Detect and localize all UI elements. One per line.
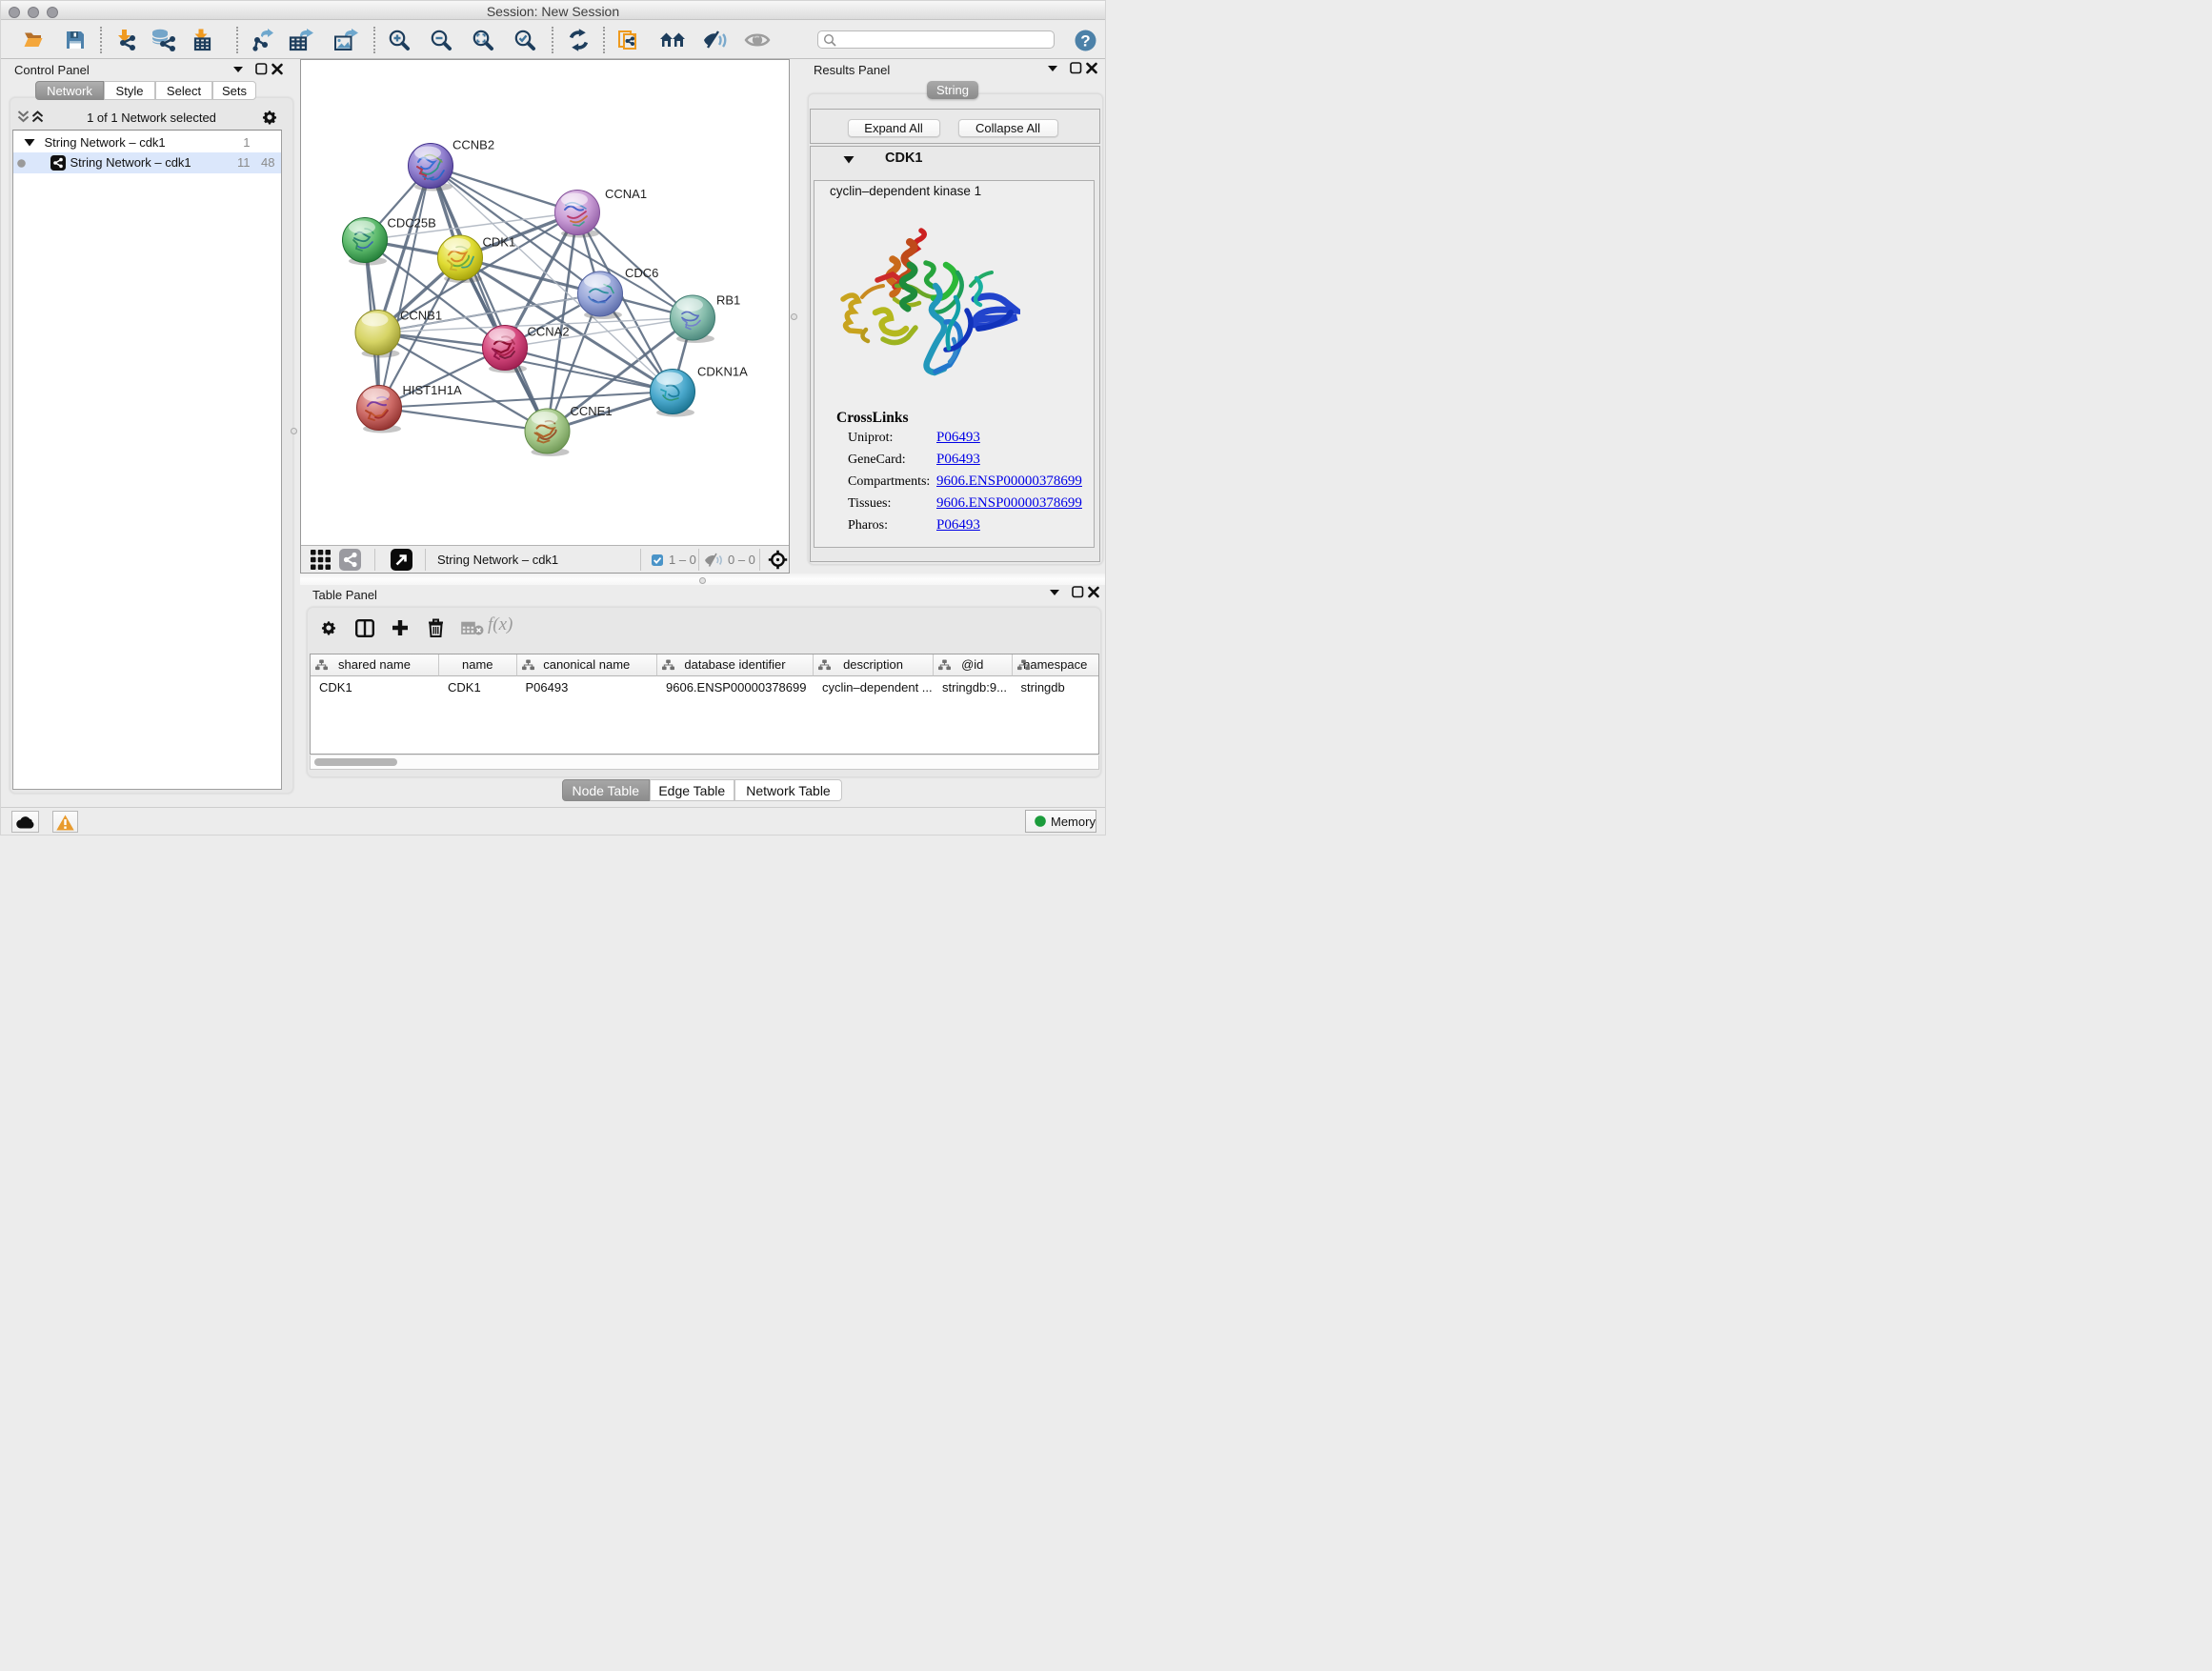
svg-text:CDK1: CDK1: [483, 235, 516, 250]
svg-text:RB1: RB1: [716, 293, 740, 308]
svg-text:CDC25B: CDC25B: [388, 216, 436, 231]
svg-text:CCNA2: CCNA2: [528, 325, 570, 339]
svg-text:CCNB1: CCNB1: [400, 309, 442, 323]
svg-text:?: ?: [1080, 32, 1090, 50]
svg-text:CCNE1: CCNE1: [571, 404, 613, 418]
svg-text:CCNA1: CCNA1: [605, 187, 647, 201]
svg-text:CDC6: CDC6: [625, 266, 658, 280]
svg-text:CCNB2: CCNB2: [452, 138, 494, 152]
svg-text:HIST1H1A: HIST1H1A: [403, 383, 462, 397]
svg-text:CDKN1A: CDKN1A: [697, 365, 748, 379]
